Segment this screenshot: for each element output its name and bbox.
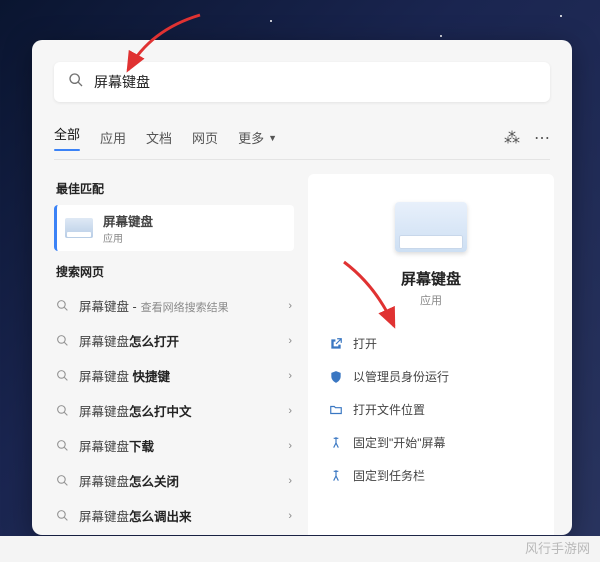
best-match-label: 最佳匹配 (56, 180, 294, 197)
action-run-as-admin[interactable]: 以管理员身份运行 (324, 363, 538, 390)
chevron-right-icon: › (288, 475, 292, 487)
detail-title: 屏幕键盘 (401, 268, 461, 289)
search-icon (56, 369, 69, 382)
pin-icon (328, 435, 343, 450)
keyboard-icon (65, 218, 93, 238)
suggestion-text: 屏幕键盘怎么打中文 (79, 401, 192, 420)
search-panel: 全部 应用 文档 网页 更多 ▼ ⁂ ⋯ 最佳匹配 屏幕键盘 应用 搜索网页 屏… (32, 40, 572, 535)
pin-icon (328, 468, 343, 483)
shield-icon (328, 369, 343, 384)
search-icon (68, 72, 84, 93)
chevron-down-icon: ▼ (268, 133, 277, 143)
chevron-right-icon: › (288, 510, 292, 522)
action-label: 固定到"开始"屏幕 (353, 434, 446, 451)
tab-all[interactable]: 全部 (54, 116, 80, 159)
watermark: 风行手游网 (525, 538, 590, 557)
best-match-subtitle: 应用 (103, 230, 153, 245)
tab-web[interactable]: 网页 (192, 120, 218, 155)
web-suggestion[interactable]: 屏幕键盘 快捷键 › (54, 358, 294, 393)
detail-pane: 屏幕键盘 应用 打开 以管理员身份运行 (308, 174, 554, 535)
folder-icon (328, 402, 343, 417)
suggestion-text: 屏幕键盘 快捷键 (79, 366, 170, 385)
action-pin-start[interactable]: 固定到"开始"屏幕 (324, 429, 538, 456)
search-icon (56, 334, 69, 347)
suggestion-text: 屏幕键盘怎么关闭 (79, 471, 179, 490)
chevron-right-icon: › (288, 370, 292, 382)
web-suggestion[interactable]: 屏幕键盘 -查看网络搜索结果 › (54, 288, 294, 323)
search-icon (56, 474, 69, 487)
search-icon (56, 299, 69, 312)
action-open-location[interactable]: 打开文件位置 (324, 396, 538, 423)
best-match-title: 屏幕键盘 (103, 211, 153, 230)
search-icon (56, 509, 69, 522)
suggestion-text: 屏幕键盘怎么打开 (79, 331, 179, 350)
detail-subtitle: 应用 (420, 292, 442, 308)
web-suggestion[interactable]: 屏幕键盘怎么打中文 › (54, 393, 294, 428)
action-label: 以管理员身份运行 (353, 368, 449, 385)
bottom-bar (0, 536, 600, 562)
action-label: 固定到任务栏 (353, 467, 425, 484)
search-input[interactable] (94, 74, 536, 90)
overflow-icon[interactable]: ⋯ (534, 128, 550, 148)
action-label: 打开 (353, 335, 377, 352)
suggestion-text: 屏幕键盘下载 (79, 436, 154, 455)
best-match-item[interactable]: 屏幕键盘 应用 (54, 205, 294, 251)
tab-docs[interactable]: 文档 (146, 120, 172, 155)
search-icon (56, 439, 69, 452)
tab-more[interactable]: 更多 ▼ (238, 120, 277, 155)
search-icon (56, 404, 69, 417)
account-icon[interactable]: ⁂ (504, 128, 520, 148)
web-suggestion[interactable]: 屏幕键盘怎么打开 › (54, 323, 294, 358)
web-suggestion[interactable]: 屏幕键盘下载 › (54, 428, 294, 463)
chevron-right-icon: › (288, 405, 292, 417)
chevron-right-icon: › (288, 440, 292, 452)
web-suggestion[interactable]: 屏幕键盘保护› (54, 533, 294, 535)
suggestion-text: 屏幕键盘 -查看网络搜索结果 (79, 296, 229, 315)
action-label: 打开文件位置 (353, 401, 425, 418)
chevron-right-icon: › (288, 335, 292, 347)
web-suggestion[interactable]: 屏幕键盘怎么调出来 › (54, 498, 294, 533)
suggestion-text: 屏幕键盘怎么调出来 (79, 506, 192, 525)
results-column: 最佳匹配 屏幕键盘 应用 搜索网页 屏幕键盘 -查看网络搜索结果›屏幕键盘怎么打… (54, 174, 294, 535)
tab-apps[interactable]: 应用 (100, 120, 126, 155)
tab-bar: 全部 应用 文档 网页 更多 ▼ ⁂ ⋯ (54, 116, 550, 160)
open-icon (328, 336, 343, 351)
chevron-right-icon: › (288, 300, 292, 312)
web-suggestion[interactable]: 屏幕键盘怎么关闭 › (54, 463, 294, 498)
keyboard-icon (395, 202, 467, 252)
action-pin-taskbar[interactable]: 固定到任务栏 (324, 462, 538, 489)
search-bar[interactable] (54, 62, 550, 102)
web-results-label: 搜索网页 (56, 263, 294, 280)
action-open[interactable]: 打开 (324, 330, 538, 357)
